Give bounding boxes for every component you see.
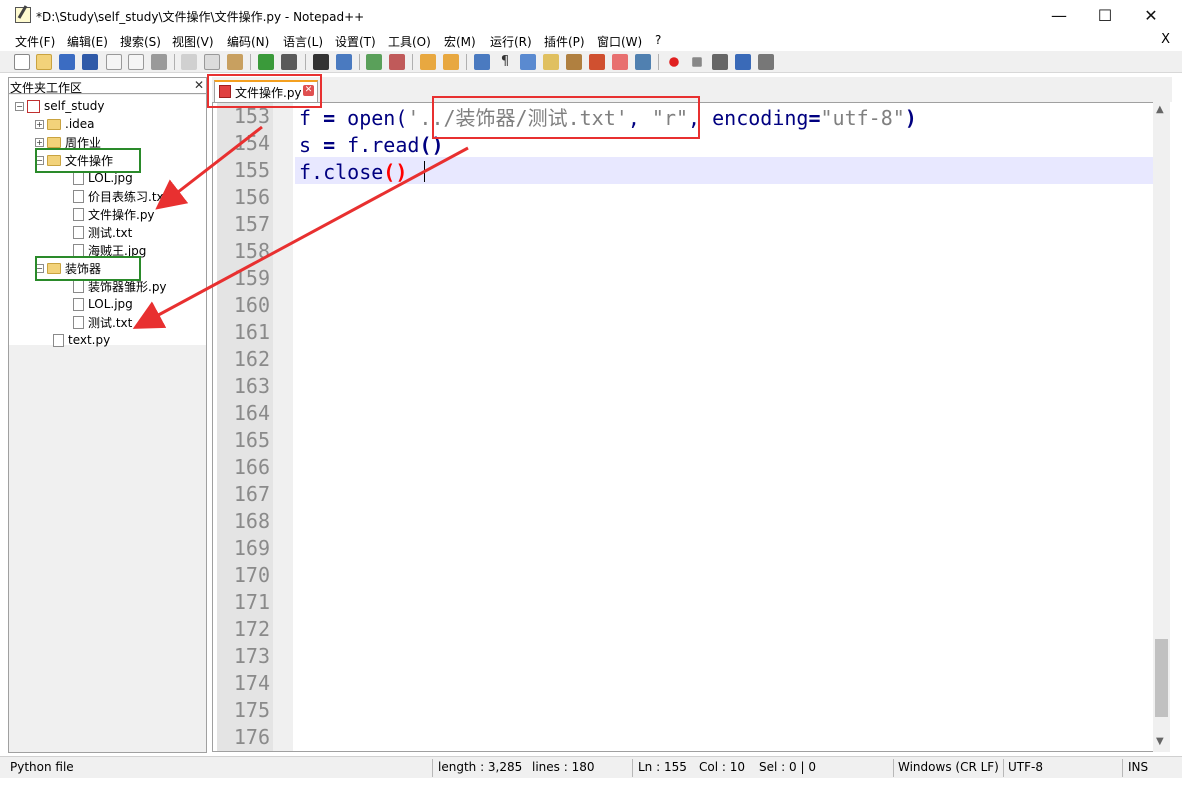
status-selection: Sel : 0 | 0 (759, 760, 816, 774)
status-separator (432, 759, 433, 777)
status-filetype: Python file (10, 760, 74, 774)
status-encoding: UTF-8 (1008, 760, 1043, 774)
status-insert-mode: INS (1128, 760, 1149, 774)
status-separator (632, 759, 633, 777)
status-lines: lines : 180 (532, 760, 595, 774)
status-separator (1003, 759, 1004, 777)
status-length: length : 3,285 (438, 760, 523, 774)
status-separator (893, 759, 894, 777)
status-line: Ln : 155 (638, 760, 687, 774)
arrow-to-decorator-test-txt (132, 146, 469, 329)
status-separator (1122, 759, 1123, 777)
status-bar: Python file length : 3,285 lines : 180 L… (0, 756, 1182, 778)
status-eol: Windows (CR LF) (898, 760, 999, 774)
status-column: Col : 10 (699, 760, 745, 774)
annotation-arrows (132, 125, 469, 329)
arrow-to-file-ops-py (155, 125, 263, 210)
